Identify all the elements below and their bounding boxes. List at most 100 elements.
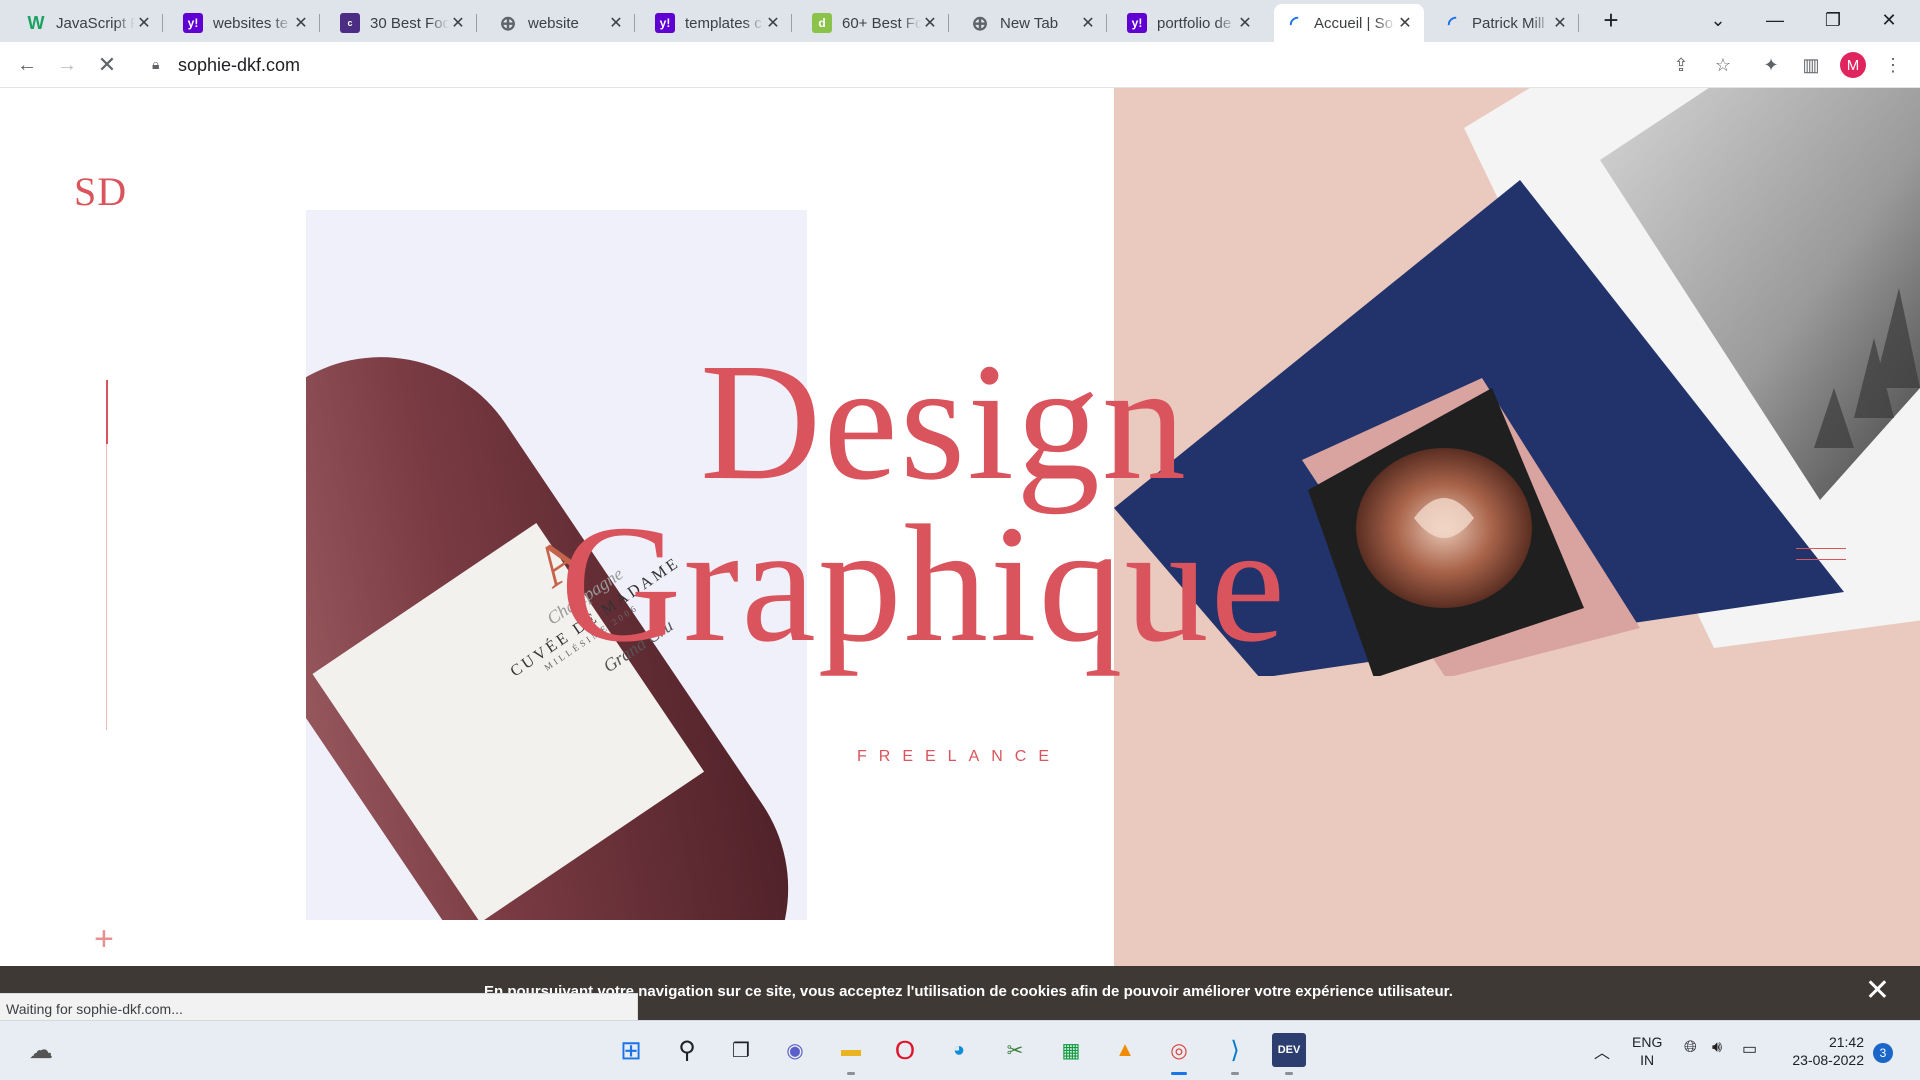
address-bar[interactable]: 🔒︎ sophie-dkf.com <box>138 47 1748 83</box>
task-view-icon[interactable]: ❐ <box>724 1033 758 1067</box>
loading-icon: ◜ <box>1290 12 1298 35</box>
share-icon[interactable]: ⇪ <box>1668 52 1694 78</box>
tab-3[interactable]: ⊕ website ✕ <box>488 4 635 42</box>
tab-close-icon[interactable]: ✕ <box>1236 13 1254 33</box>
windows-taskbar: ☁ ⊞ ⚲ ❐ ◉ ▬ O ◕ ✂ ▦ ▲ ◎ ⟩ DEV ︿ ENG IN 🌐… <box>0 1020 1920 1080</box>
tab-title: portfolio de <box>1157 14 1232 32</box>
tab-7[interactable]: y! portfolio de ✕ <box>1117 4 1264 42</box>
tab-title: 60+ Best Fo <box>842 14 921 32</box>
battery-icon[interactable]: ▭ <box>1742 1039 1757 1059</box>
w-icon: W <box>27 12 45 33</box>
lock-icon: 🔒︎ <box>152 56 160 72</box>
back-arrow-icon[interactable]: ← <box>12 50 42 80</box>
tab-search-chevron-icon[interactable]: ⌄ <box>1695 0 1741 40</box>
tab-title: JavaScript F <box>56 14 135 32</box>
menu-hamburger-icon[interactable] <box>1796 548 1846 564</box>
tab-separator <box>634 14 635 32</box>
hero-title-line2: Graphique <box>560 491 1288 677</box>
tab-separator <box>791 14 792 32</box>
weather-icon[interactable]: ☁ <box>24 1033 58 1067</box>
notification-badge[interactable]: 3 <box>1873 1043 1893 1063</box>
tab-1[interactable]: y! websites te ✕ <box>173 4 320 42</box>
tab-separator <box>162 14 163 32</box>
lang-region: IN <box>1640 1052 1655 1068</box>
network-globe-icon[interactable]: 🌐︎ <box>1684 1039 1697 1057</box>
close-window-icon[interactable]: ✕ <box>1866 0 1912 40</box>
tab-separator <box>319 14 320 32</box>
devc-icon[interactable]: DEV <box>1272 1033 1306 1075</box>
d-icon: d <box>812 13 832 33</box>
tab-title: website <box>528 14 579 32</box>
plus-icon[interactable]: + <box>94 922 114 956</box>
yahoo-icon: y! <box>1127 13 1147 33</box>
hero-title-line1: Design <box>700 329 1188 515</box>
tab-separator <box>948 14 949 32</box>
globe-icon: ⊕ <box>499 12 517 35</box>
tab-2[interactable]: c 30 Best Foo ✕ <box>330 4 477 42</box>
new-tab-button[interactable]: + <box>1588 0 1634 40</box>
yahoo-icon: y! <box>655 13 675 33</box>
tab-9[interactable]: ◜ Patrick Mill ✕ <box>1432 4 1579 42</box>
snipping-tool-icon[interactable]: ✂ <box>998 1033 1032 1067</box>
tab-close-icon[interactable]: ✕ <box>1551 13 1569 33</box>
tab-0[interactable]: W JavaScript F ✕ <box>16 4 163 42</box>
webpage: SD + A Champagne CUVÉE DE MADAME MILLÉSI… <box>0 88 1920 966</box>
site-logo[interactable]: SD <box>74 168 127 215</box>
teams-chat-icon[interactable]: ◉ <box>778 1033 812 1067</box>
clock-date: 23-08-2022 <box>1792 1052 1864 1068</box>
tab-close-icon[interactable]: ✕ <box>1079 13 1097 33</box>
tab-separator <box>476 14 477 32</box>
tray-overflow-chevron-icon[interactable]: ︿ <box>1594 1039 1610 1063</box>
tab-title: 30 Best Foo <box>370 14 449 32</box>
app-green-icon[interactable]: ▦ <box>1054 1033 1088 1067</box>
tab-close-icon[interactable]: ✕ <box>449 13 467 33</box>
file-explorer-icon[interactable]: ▬ <box>834 1033 868 1075</box>
url-text[interactable]: sophie-dkf.com <box>178 55 300 76</box>
tab-close-icon[interactable]: ✕ <box>292 13 310 33</box>
side-panel-icon[interactable]: ▥ <box>1798 52 1824 78</box>
profile-avatar[interactable]: M <box>1840 52 1866 78</box>
extensions-puzzle-icon[interactable]: ✦ <box>1758 52 1784 78</box>
tab-close-icon[interactable]: ✕ <box>135 13 153 33</box>
forward-arrow-icon[interactable]: → <box>52 50 82 80</box>
minimize-icon[interactable]: — <box>1752 0 1798 40</box>
vscode-icon[interactable]: ⟩ <box>1218 1033 1252 1075</box>
tab-5[interactable]: d 60+ Best Fo ✕ <box>802 4 949 42</box>
edge-icon[interactable]: ◕ <box>942 1033 976 1067</box>
colorlib-icon: c <box>340 13 360 33</box>
tab-close-icon[interactable]: ✕ <box>1396 13 1414 33</box>
clock-time: 21:42 <box>1828 1034 1864 1050</box>
menu-dots-icon[interactable]: ⋮ <box>1880 52 1906 78</box>
bookmark-star-icon[interactable]: ☆ <box>1710 52 1736 78</box>
start-windows-icon[interactable]: ⊞ <box>614 1033 648 1067</box>
loading-icon: ◜ <box>1448 12 1456 35</box>
yahoo-icon: y! <box>183 13 203 33</box>
tab-4[interactable]: y! templates c ✕ <box>645 4 792 42</box>
opera-icon[interactable]: O <box>888 1033 922 1067</box>
volume-icon[interactable]: 🔊︎ <box>1712 1039 1722 1057</box>
tab-title: Patrick Mill <box>1472 14 1545 32</box>
tab-title: templates c <box>685 14 762 32</box>
tab-title: New Tab <box>1000 14 1059 32</box>
search-icon[interactable]: ⚲ <box>670 1033 704 1067</box>
tab-close-icon[interactable]: ✕ <box>607 13 625 33</box>
lang-code: ENG <box>1632 1034 1663 1050</box>
stop-loading-icon[interactable]: ✕ <box>92 50 122 80</box>
hero-tagline: FREELANCE <box>857 748 1062 765</box>
tab-separator <box>1106 14 1107 32</box>
scroll-track-line <box>106 444 107 730</box>
vlc-icon[interactable]: ▲ <box>1108 1033 1142 1067</box>
restore-icon[interactable]: ❐ <box>1810 0 1856 40</box>
chrome-icon[interactable]: ◎ <box>1162 1033 1196 1075</box>
tab-strip: W JavaScript F ✕ y! websites te ✕ c 30 B… <box>0 0 1920 42</box>
tab-close-icon[interactable]: ✕ <box>764 13 782 33</box>
tab-8-active[interactable]: ◜ Accueil | So ✕ <box>1274 4 1424 42</box>
clock[interactable]: 21:42 23-08-2022 <box>1780 1033 1864 1069</box>
language-indicator[interactable]: ENG IN <box>1632 1033 1662 1069</box>
tab-close-icon[interactable]: ✕ <box>921 13 939 33</box>
cookie-close-icon[interactable]: ✕ <box>1865 976 1890 1006</box>
globe-icon: ⊕ <box>971 12 989 35</box>
tab-6[interactable]: ⊕ New Tab ✕ <box>960 4 1107 42</box>
tab-title: websites te <box>213 14 289 32</box>
scroll-progress-line <box>106 380 108 444</box>
